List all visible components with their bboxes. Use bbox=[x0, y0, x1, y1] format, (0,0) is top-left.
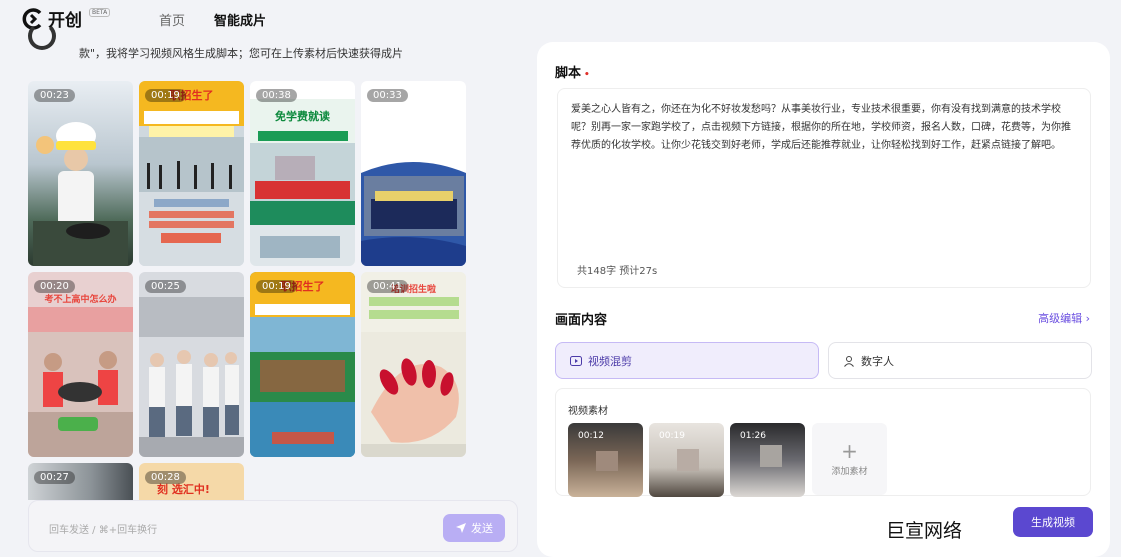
assistant-avatar bbox=[28, 22, 56, 50]
video-overlay-text: 考不上高中怎么办 bbox=[44, 295, 117, 305]
add-material-label: 添加素材 bbox=[831, 466, 868, 477]
content-label: 画面内容 bbox=[555, 313, 608, 328]
video-duration: 00:38 bbox=[256, 89, 297, 102]
video-duration: 00:23 bbox=[34, 89, 75, 102]
material-duration: 01:26 bbox=[740, 431, 766, 441]
send-label: 发送 bbox=[471, 522, 493, 535]
video-card[interactable]: 刻 选汇中! 00:28 bbox=[139, 463, 244, 500]
video-card[interactable]: 00:25 bbox=[139, 272, 244, 457]
video-duration: 00:19 bbox=[256, 280, 297, 293]
chevron-right-icon: › bbox=[1085, 312, 1090, 325]
material-duration: 00:12 bbox=[578, 431, 604, 441]
required-mark: • bbox=[584, 70, 590, 80]
material-thumbnail[interactable]: 00:12 bbox=[568, 423, 643, 497]
nav-home-link[interactable]: 首页 bbox=[159, 10, 185, 29]
editor-panel: 脚本 • 爱美之心人皆有之，你还在为化不好妆发愁吗？从事美妆行业，专业技术很重要，… bbox=[537, 42, 1110, 557]
advanced-edit-label: 高级编辑 bbox=[1038, 312, 1083, 325]
video-card[interactable]: 职招生了 00:19 bbox=[139, 81, 244, 266]
video-card[interactable]: 00:33 bbox=[361, 81, 466, 266]
video-duration: 00:27 bbox=[34, 471, 75, 484]
video-card[interactable]: 00:27 bbox=[28, 463, 133, 500]
top-nav: 开创 BETA 首页 智能成片 bbox=[0, 0, 1121, 36]
video-duration: 00:28 bbox=[145, 471, 186, 484]
send-icon bbox=[456, 523, 466, 533]
video-overlay-text: 免学费就读 bbox=[275, 110, 330, 123]
video-icon bbox=[570, 355, 582, 366]
material-label: 视频素材 bbox=[568, 406, 608, 417]
script-word-count: 共148字 预计27s bbox=[577, 266, 658, 277]
video-card[interactable]: 考不上高中怎么办 00:20 bbox=[28, 272, 133, 457]
video-material-section: 视频素材 00:12 00:19 01:26 + 添加素材 bbox=[555, 388, 1091, 497]
video-duration: 00:33 bbox=[367, 89, 408, 102]
send-button[interactable]: 发送 bbox=[443, 514, 505, 542]
script-label-row: 脚本 • bbox=[555, 62, 590, 81]
script-label: 脚本 bbox=[555, 66, 582, 81]
material-duration: 00:19 bbox=[659, 431, 685, 441]
advanced-edit-link[interactable]: 高级编辑 › bbox=[1038, 310, 1090, 326]
video-card[interactable]: 00:23 bbox=[28, 81, 133, 266]
beta-badge: BETA bbox=[89, 8, 111, 17]
chat-input-placeholder[interactable]: 回车发送 / ⌘+回车换行 bbox=[49, 521, 157, 536]
video-duration: 00:19 bbox=[145, 89, 186, 102]
generate-video-button[interactable]: 生成视频 bbox=[1013, 507, 1093, 537]
mode-video-mix-button[interactable]: 视频混剪 bbox=[555, 342, 819, 379]
video-card[interactable]: 免学费就读 00:38 bbox=[250, 81, 355, 266]
mode-human-label: 数字人 bbox=[861, 354, 894, 368]
script-text[interactable]: 爱美之心人皆有之，你还在为化不好妆发愁吗？从事美妆行业，专业技术很重要，你有没有… bbox=[571, 101, 1076, 155]
mode-video-label: 视频混剪 bbox=[588, 354, 632, 368]
plus-icon: + bbox=[841, 438, 858, 463]
video-card[interactable]: 培训招生啦 00:41 bbox=[361, 272, 466, 457]
material-thumbnail[interactable]: 00:19 bbox=[649, 423, 724, 497]
video-duration: 00:41 bbox=[367, 280, 408, 293]
chat-input-bar[interactable]: 回车发送 / ⌘+回车换行 发送 bbox=[28, 500, 518, 552]
add-material-button[interactable]: + 添加素材 bbox=[812, 423, 887, 495]
person-icon bbox=[844, 355, 854, 367]
video-duration: 00:25 bbox=[145, 280, 186, 293]
brand-watermark: 巨宣网络 bbox=[886, 520, 963, 542]
script-textarea[interactable]: 爱美之心人皆有之，你还在为化不好妆发愁吗？从事美妆行业，专业技术很重要，你有没有… bbox=[557, 88, 1091, 288]
mode-digital-human-button[interactable]: 数字人 bbox=[828, 342, 1092, 379]
video-duration: 00:20 bbox=[34, 280, 75, 293]
material-thumbnail[interactable]: 01:26 bbox=[730, 423, 805, 497]
video-card[interactable]: 职招生了 00:19 bbox=[250, 272, 355, 457]
assistant-message: 款"，我将学习视频风格生成脚本；您可在上传素材后快速获得成片 bbox=[79, 47, 404, 60]
nav-smart-video-link[interactable]: 智能成片 bbox=[214, 10, 266, 29]
